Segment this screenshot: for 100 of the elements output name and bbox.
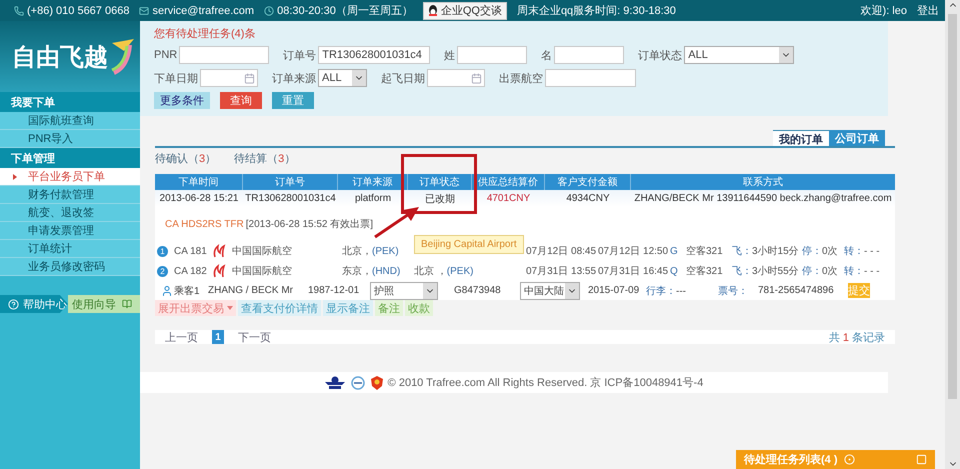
order-action-button[interactable]: 查看支付价详情 [238,300,321,316]
text-field[interactable] [457,46,528,64]
page-number[interactable]: 1 [212,330,224,344]
service-hours: 08:30-20:30（周一至周五） [277,4,413,18]
phone-number: (+86) 010 5667 0668 [27,4,130,16]
status-filter-link[interactable]: 待结算（3） [234,150,296,166]
clock-icon [264,6,274,16]
id-number: G8473948 [453,285,502,296]
arrival-time: 07月12日 12:50 [598,245,670,258]
flight-number: CA 181 [174,246,208,256]
table-cell-text: 已改期 [424,192,456,206]
status-filter-link[interactable]: 待确认（3） [155,150,216,166]
sidebar-item[interactable]: 财务付款管理 [0,186,140,204]
order-action-button[interactable]: 显示备注 [323,300,373,316]
arrival-time: 07月31日 16:45 [598,265,670,278]
select-field[interactable]: ALL [684,46,794,64]
expiry-date: 2015-07-09 [587,285,640,296]
weekend-hours: 周末企业qq服务时间: 9:30-18:30 [516,4,676,18]
baggage-info: 行李：--- [646,284,687,298]
segment-number: 2 [157,266,168,276]
segment-number: 1 [157,246,168,256]
table-cell-text: ZHANG/BECK Mr 13911644590 beck.zhang@trafree.com [633,192,893,206]
sidebar-item[interactable]: 订单统计 [0,240,140,258]
phone-icon [14,6,24,16]
phoenix-logo-icon [212,244,226,258]
sidebar-item[interactable]: 国际航班查询 [0,112,140,130]
stop-count: 停：0次 [802,265,839,278]
sidebar-item[interactable]: 航变、退改签 [0,204,140,222]
field-label: 订单来源 [272,72,316,86]
field-label: PNR [154,49,178,61]
sidebar-item[interactable]: 平台业务员下单 [0,168,140,186]
book-icon [122,299,132,309]
departure-time: 07月12日 08:45 [526,245,598,258]
sidebar-section-header: 我要下单 [0,92,140,112]
text-field[interactable]: TR130628001031c4 [318,46,430,64]
next-page-link[interactable]: 下一页 [238,330,271,344]
order-action-button[interactable]: 收款 [405,300,433,316]
sidebar-item[interactable]: 申请发票管理 [0,222,140,240]
circle-icon [844,454,854,465]
sidebar-item[interactable]: 业务员修改密码 [0,258,140,276]
order-action-button[interactable]: 备注 [375,300,403,316]
order-tab[interactable]: 公司订单 [829,130,885,146]
passenger-label: 乘客1 [174,284,200,298]
ticket-issued-note: [2013-06-28 15:52 有效出票] [246,218,374,231]
pending-task-notice[interactable]: 您有待处理任务(4)条 [154,25,874,41]
text-field[interactable] [545,69,636,87]
help-center-link[interactable]: 帮助中心 [0,295,68,313]
transfer-info: 转：- - - [844,265,881,278]
previous-page-link[interactable]: 上一页 [165,330,198,344]
tooltip: Beijing Capital Airport [414,235,524,254]
welcome-text: 欢迎): leo [860,4,907,18]
search-panel-button[interactable]: 查询 [220,92,262,109]
flight-duration: 飞：3小时55分 [732,264,800,278]
logo-text: 自由飞越 [12,42,108,72]
sidebar-section-header: 下单管理 [0,148,140,168]
phoenix-logo-icon [212,264,226,278]
ticket-number: 781-2565474896 [758,285,835,296]
date-field[interactable] [427,69,485,87]
logout-link[interactable]: 登出 [917,3,939,18]
airline-name: 中国国际航空 [232,244,293,258]
airline-name: 中国国际航空 [232,264,293,278]
caret-icon [13,174,17,180]
scrollbar-thumb[interactable] [948,14,957,399]
pnr-code: CA HDS2RS TFR [165,218,244,230]
caret-icon [227,306,233,310]
user-guide-link[interactable]: 使用向导 [68,295,140,313]
shield-badge-icon [370,376,383,390]
mail-icon [139,6,150,16]
id-type-select[interactable]: 护照 [370,282,438,300]
order-tab[interactable]: 我的订单 [773,130,829,146]
flight-duration: 飞：3小时15分 [732,244,800,258]
task-list-title: 待处理任务列表(4 ) [744,452,838,467]
stop-count: 停：0次 [802,245,839,258]
aircraft-type: 空客321 [686,264,724,278]
field-label: 下单日期 [154,72,198,86]
annotation-arrow [373,205,421,239]
nationality-select[interactable]: 中国大陆 [520,282,580,300]
person-icon [161,284,173,296]
paper-plane-drawing [110,36,136,76]
table-cell-text: TR130628001031c4 [244,192,337,206]
table-cell-text: 4934CNY [565,192,611,206]
birth-date: 1987-12-01 [308,285,360,296]
departure-airport: 北京，(PEK) [342,244,400,258]
field-label: 姓 [444,48,456,62]
column-header: 联系方式 [742,176,784,190]
departure-airport: 东京，(HND) [342,264,402,278]
table-cell-text: platform [354,192,392,206]
search-panel-button[interactable]: 重置 [272,92,314,109]
search-panel-button[interactable]: 更多条件 [154,92,210,109]
field-label: 订单号 [283,48,316,62]
qq-chat-button[interactable]: 企业QQ交谈 [422,2,507,20]
table-cell-text: 2013-06-28 15:21 [158,192,240,206]
sidebar-item[interactable]: PNR导入 [0,130,140,148]
select-field[interactable]: ALL [318,69,367,87]
date-field[interactable] [200,69,258,87]
text-field[interactable] [179,46,270,64]
transfer-info: 转：- - - [844,245,881,258]
text-field[interactable] [554,46,624,64]
flight-number: CA 182 [174,266,208,276]
field-label: 名 [541,48,552,62]
